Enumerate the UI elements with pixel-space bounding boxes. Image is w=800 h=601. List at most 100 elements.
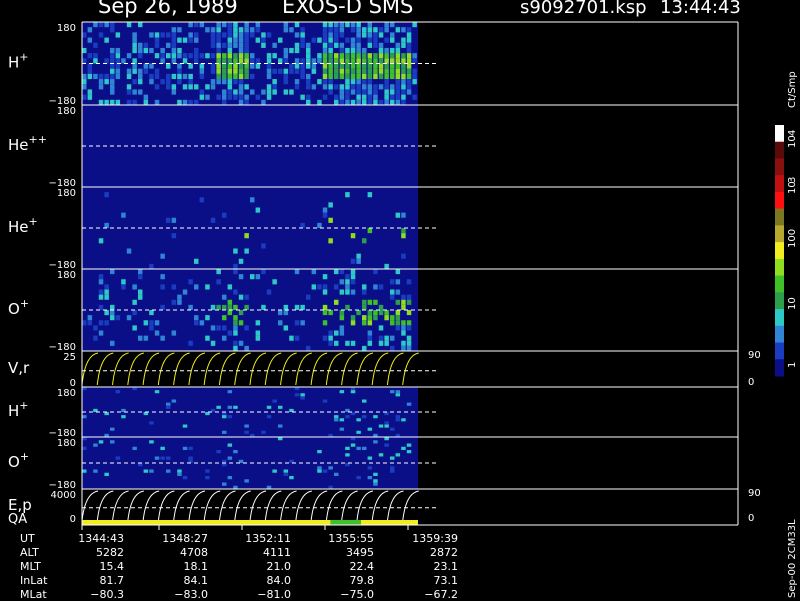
spectrogram-cell <box>367 32 373 38</box>
spectrogram-cell <box>244 233 249 239</box>
spectrogram-cell <box>406 63 412 69</box>
spectrogram-cell <box>362 27 367 33</box>
spectrogram-cell <box>322 79 328 85</box>
spectrogram-cell <box>104 222 109 228</box>
spectrogram-cell <box>395 390 401 394</box>
spectrogram-cell <box>395 418 401 422</box>
spectrogram-cell <box>171 233 177 239</box>
sweep-curve <box>188 490 206 522</box>
spectrogram-cell <box>244 479 249 483</box>
sweep-curve <box>127 352 144 386</box>
spectrogram-cell <box>378 84 384 90</box>
spectrogram-cell <box>126 315 132 321</box>
spectrogram-cell <box>390 315 395 321</box>
spectrogram-cell <box>210 32 216 38</box>
spectrogram-cell <box>378 68 384 74</box>
spectrogram-cell <box>328 79 333 85</box>
spectrogram-cell <box>339 325 345 331</box>
spectrogram-cell <box>350 84 356 90</box>
spectrogram-cell <box>350 233 356 239</box>
spectrogram-cell <box>390 84 395 90</box>
spectrogram-cell <box>322 37 328 43</box>
spectrogram-cell <box>395 269 401 275</box>
spectrogram-cell <box>362 304 367 310</box>
spectrogram-cell <box>406 325 412 331</box>
spectrogram-cell <box>154 330 160 336</box>
spectrogram-cell <box>233 269 238 275</box>
spectrogram-cell <box>233 53 238 59</box>
spectrogram-cell <box>328 37 333 43</box>
spectrogram-cell <box>244 42 249 48</box>
spectrogram-cell <box>367 299 373 305</box>
spectrogram-cell <box>328 89 333 95</box>
spectrogram-cell <box>345 79 350 85</box>
spectrogram-cell <box>132 299 137 305</box>
spectrogram-cell <box>132 446 137 450</box>
spectrogram-cell <box>166 469 171 473</box>
spectrogram-cell <box>378 63 384 69</box>
sweep-curve <box>264 352 282 386</box>
spectrogram-cell <box>412 94 417 100</box>
spectrogram-cell <box>401 68 406 74</box>
spectrogram-cell <box>238 42 244 48</box>
spectrogram-cell <box>233 289 238 295</box>
spectrogram-cell <box>143 94 149 100</box>
spectrogram-cell <box>233 73 238 80</box>
spectrogram-cell <box>126 248 132 254</box>
spectrogram-cell <box>378 340 384 346</box>
spectrogram-cell <box>244 47 249 54</box>
spectrogram-cell <box>266 94 272 100</box>
spectrogram-cell <box>216 32 221 38</box>
spectrogram-cell <box>110 427 115 431</box>
spectrogram-cell <box>317 53 322 59</box>
spectrogram-cell <box>227 310 233 316</box>
spectrogram-cell <box>216 279 221 285</box>
spectrogram-cell <box>373 89 378 95</box>
spectrogram-cell <box>132 42 137 48</box>
spectrogram-cell <box>339 63 345 69</box>
spectrogram-cell <box>283 310 289 316</box>
spectrogram-cell <box>98 22 104 28</box>
sweep-curve <box>295 352 312 386</box>
spectrogram-cell <box>104 289 109 295</box>
spectrogram-cell <box>154 390 160 394</box>
spectrogram-cell <box>406 73 412 80</box>
spectrogram-cell <box>345 22 350 28</box>
spectrogram-cell <box>367 27 373 33</box>
spectrogram-cell <box>395 68 401 74</box>
spectrogram-cell <box>328 42 333 48</box>
spectrogram-cell <box>378 73 384 80</box>
spectrogram-cell <box>199 94 205 100</box>
spectrogram-cell <box>334 330 339 336</box>
spectrogram-cell <box>171 284 177 290</box>
sweep-curve <box>96 352 114 386</box>
panel-species-label: He+ <box>8 215 38 236</box>
ephemeris-cell: 1355:55 <box>328 532 374 545</box>
spectrogram-cell <box>233 248 238 254</box>
spectrogram-cell <box>378 53 384 59</box>
spectrogram-cell <box>222 63 227 69</box>
spectrogram-cell <box>412 58 417 64</box>
spectrogram-cell <box>110 99 115 105</box>
spectrogram-cell <box>126 68 132 74</box>
spectrogram-cell <box>378 32 384 38</box>
sweep-curve <box>173 352 190 386</box>
spectrogram-cell <box>171 58 177 64</box>
spectrogram-cell <box>378 304 384 310</box>
ephemeris-cell: 1344:43 <box>78 532 124 545</box>
spectrogram-cell <box>138 73 143 80</box>
spectrogram-cell <box>345 84 350 90</box>
spectrogram-cell <box>384 63 389 69</box>
spectrogram-cell <box>266 89 272 95</box>
spectrogram-cell <box>322 274 328 280</box>
spectrogram-cell <box>216 58 221 64</box>
spectrogram-cell <box>244 37 249 43</box>
spectrogram-cell <box>390 345 395 351</box>
spectrogram-cell <box>255 63 261 69</box>
ephemeris-cell: 73.1 <box>433 574 459 587</box>
spectrogram-cell <box>306 58 311 64</box>
ephemeris-cell: 1359:39 <box>412 532 458 545</box>
spectrogram-cell <box>406 294 412 300</box>
spectrogram-cell <box>345 274 350 280</box>
spectrogram-cell <box>401 418 406 422</box>
